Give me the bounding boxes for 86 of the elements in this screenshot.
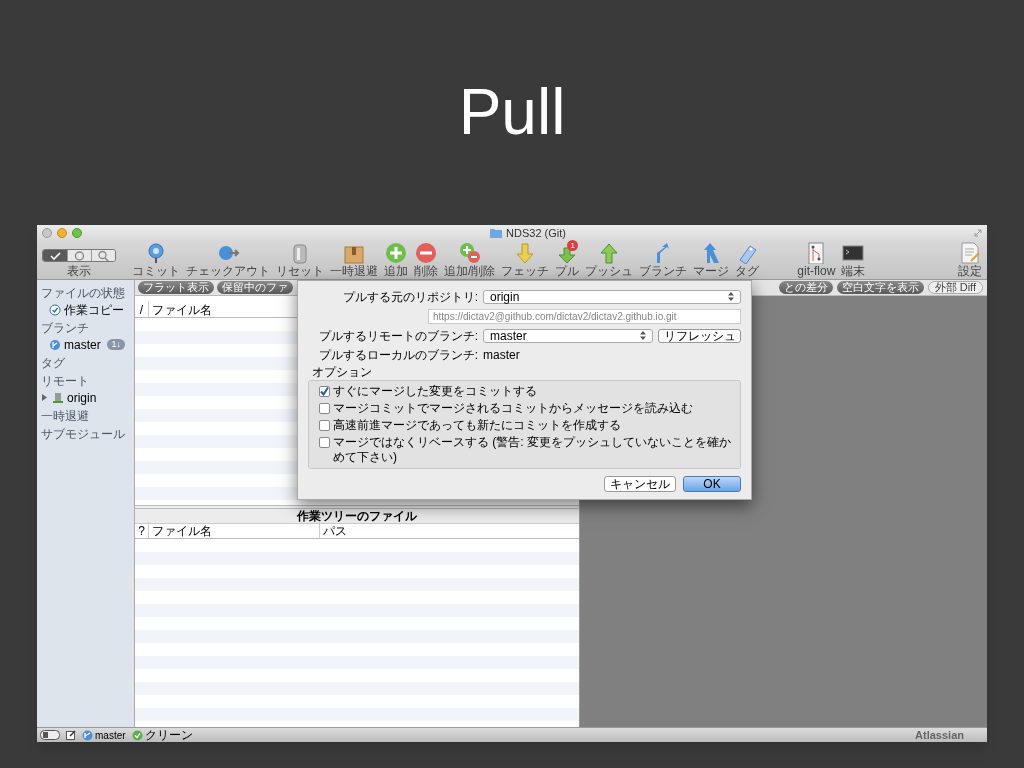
field-label: プルする元のリポジトリ: [341,288,478,306]
column-header[interactable]: パス [320,522,350,540]
plus-icon [385,242,407,264]
cancel-button[interactable]: キャンセル [604,476,676,492]
window-title: NDS32 (Git) [506,225,566,241]
terminal-icon [842,242,865,264]
status-text: クリーン [144,727,193,744]
external-diff-button[interactable]: 外部 Diff [927,281,983,294]
checkbox-label: マージコミットでマージされるコミットからメッセージを読み込む [333,401,694,416]
sidebar-toggle-icon[interactable] [40,730,60,740]
close-button[interactable] [42,228,52,238]
diff-option-dropdown[interactable]: との差分 [778,281,833,294]
toolbar-button[interactable]: コミット [132,242,180,278]
checkbox-label: マージではなくリベースする (警告: 変更をプッシュしていないことを確かめて下さい) [333,435,732,465]
down-arrow-icon [514,242,537,264]
toolbar-button[interactable]: チェックアウト [186,242,270,278]
toolbar-button[interactable]: 削除 [414,242,438,278]
view-label: 表示 [67,265,91,278]
column-header[interactable]: ファイル名 [149,301,215,319]
minus-icon [415,242,437,264]
caret-right-icon[interactable] [41,393,49,402]
toolbar-button[interactable]: リセット [276,242,324,278]
view-dropdown[interactable]: フラット表示 [138,281,214,294]
repository-dropdown[interactable]: origin [483,289,741,304]
sidebar-item[interactable]: origin [41,389,130,406]
view-mode-tab[interactable] [67,250,91,261]
toolbar-button[interactable]: ブランチ [639,242,688,278]
check-icon [131,729,143,741]
toolbar-button[interactable]: プッシュ [585,242,634,278]
check-circle-icon [49,303,61,316]
view-mode-tab[interactable] [91,250,115,261]
up-arrow-icon [598,242,621,264]
sidebar-item[interactable]: master 1↓ [41,336,130,353]
checkbox-label: すぐにマージした変更をコミットする [333,384,538,399]
checkbox[interactable] [319,403,330,414]
section-header: サブモジュール [41,427,126,442]
computer-icon [52,391,64,404]
section-header: タグ [41,356,66,371]
up-down-arrow-icon [728,292,734,301]
slide-title: Pull [458,80,566,150]
branch-dropdown[interactable]: master [483,328,653,343]
plus-minus-icon [458,242,481,264]
filter-dropdown[interactable]: 保留中のファ [217,281,293,294]
sidebar-item[interactable]: 作業コピー [41,301,130,318]
toolbar-button[interactable]: フェッチ [501,242,550,278]
minimize-button[interactable] [57,228,67,238]
refresh-button[interactable]: リフレッシュ [658,328,741,343]
toolbar-button[interactable]: マージ [693,242,730,278]
checkbox[interactable] [319,386,330,397]
ok-button[interactable]: OK [683,476,741,492]
toolbar-button[interactable]: 1 プル [555,242,580,278]
section-header: リモート [41,374,90,389]
checkbox[interactable] [319,437,330,448]
toolbar-button[interactable]: 追加 [384,242,408,278]
brand-name: Atlassian [915,727,965,743]
search-icon [95,250,112,261]
pin-icon [145,242,167,264]
edit-icon[interactable] [66,730,76,740]
field-label: プルするローカルのブランチ: [317,346,478,364]
group-label: オプション [311,364,372,380]
toolbar-button[interactable]: 一時退避 [330,242,378,278]
section-header: ブランチ [41,321,90,336]
toolbar-button[interactable]: 追加/削除 [444,242,496,278]
settings-button[interactable]: 設定 [958,242,982,278]
branch-icon [82,729,93,741]
toolbar-button[interactable]: タグ [735,242,760,278]
branch-icon [49,338,61,351]
toolbar-button[interactable]: 端末 [841,242,866,278]
section-header: ファイルの状態 [41,286,126,301]
up-down-arrow-icon [640,331,646,340]
zoom-button[interactable] [72,228,82,238]
count-badge: 1↓ [107,339,125,350]
folder-icon [490,228,503,238]
checkbox[interactable] [319,420,330,431]
field-value: master [483,346,520,364]
toolbar-button[interactable]: git-flow [797,242,836,278]
fullscreen-icon[interactable] [974,229,982,237]
field-label: プルするリモートのブランチ: [317,327,478,345]
url-field[interactable]: https://dictav2@github.com/dictav2/dictav2.github.io.git [428,308,741,324]
count-badge: 1 [567,240,579,251]
checkbox-label: 高速前進マージであっても新たにコミットを作成する [333,418,622,433]
view-mode-tab[interactable] [43,250,67,261]
diff-option-dropdown[interactable]: 空白文字を表示 [836,281,924,294]
table-title: 作業ツリーのファイル [135,509,579,524]
section-header: 一時退避 [41,409,90,424]
branch-name: master [95,728,126,743]
